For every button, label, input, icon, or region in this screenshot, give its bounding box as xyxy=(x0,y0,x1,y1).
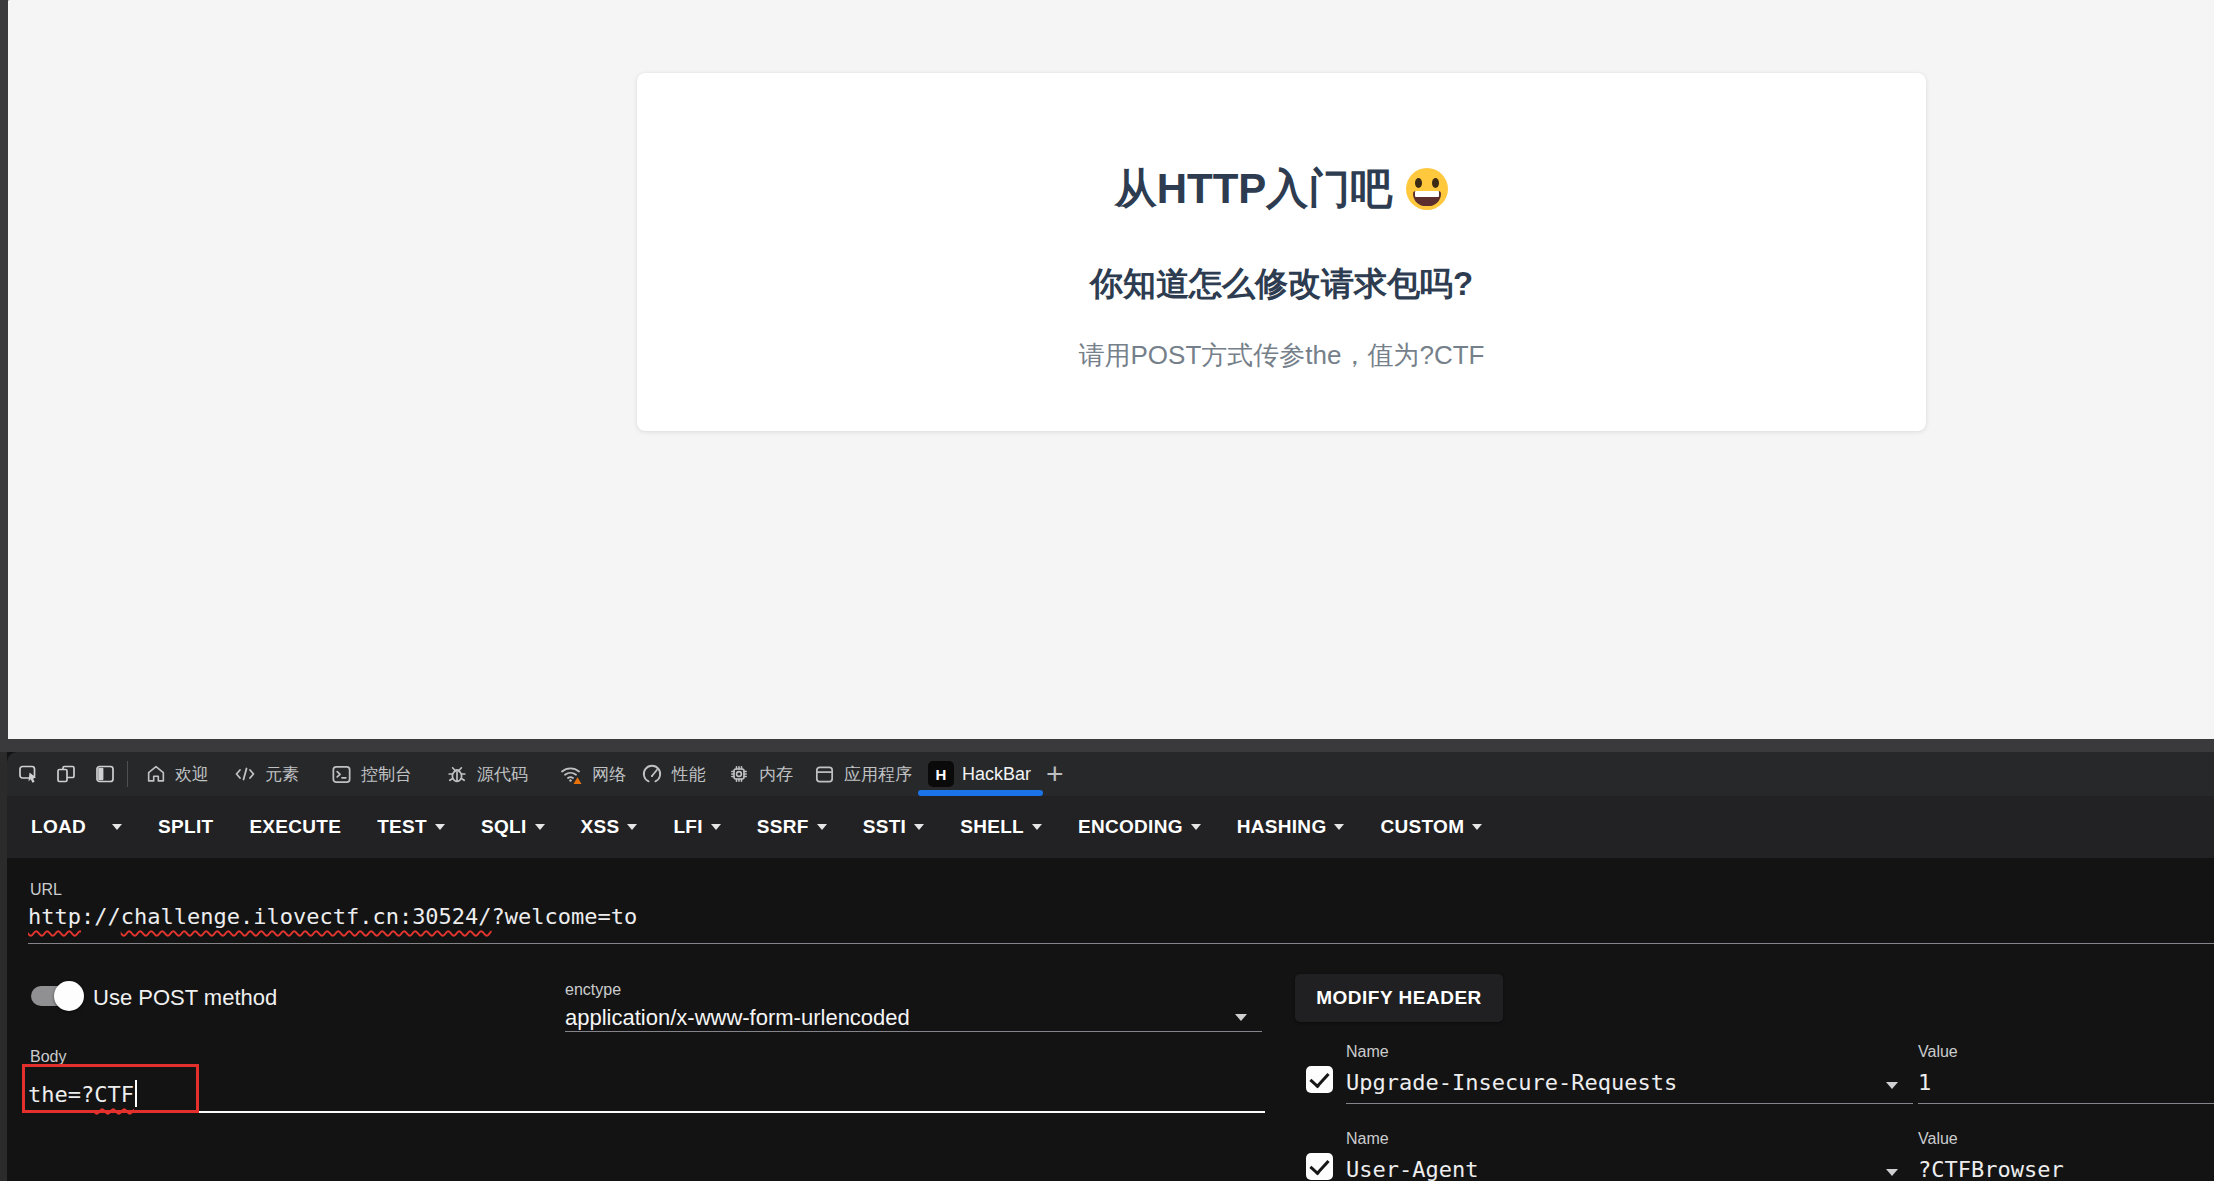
url-label: URL xyxy=(30,881,62,899)
gauge-icon xyxy=(640,762,664,786)
menu-hashing[interactable]: HASHING xyxy=(1237,816,1345,838)
tab-elements[interactable]: 元素 xyxy=(233,752,299,796)
tab-memory[interactable]: 内存 xyxy=(727,752,793,796)
menu-shell[interactable]: SHELL xyxy=(960,816,1042,838)
tab-application[interactable]: 应用程序 xyxy=(813,752,912,796)
header-value-underline xyxy=(1918,1103,2214,1104)
new-tab-button[interactable]: + xyxy=(1046,752,1064,796)
page-hint: 请用POST方式传参the，值为?CTF xyxy=(637,338,1926,372)
caret-down-icon xyxy=(1334,824,1344,830)
code-icon xyxy=(233,762,257,786)
window-left-edge xyxy=(0,0,8,739)
caret-down-icon xyxy=(1191,824,1201,830)
menu-sqli[interactable]: SQLI xyxy=(481,816,545,838)
enctype-underline xyxy=(565,1031,1262,1032)
caret-down-icon xyxy=(1032,824,1042,830)
header-value-label: Value xyxy=(1918,1043,1958,1061)
url-input[interactable]: http://challenge.ilovectf.cn:30524/?welc… xyxy=(28,904,637,929)
tab-console[interactable]: 控制台 xyxy=(330,752,412,796)
tab-network[interactable]: 网络 xyxy=(558,752,626,796)
header-checkbox[interactable] xyxy=(1306,1066,1333,1093)
tab-sources[interactable]: 源代码 xyxy=(445,752,528,796)
devtools-divider[interactable] xyxy=(0,739,2214,752)
bug-icon xyxy=(445,762,469,786)
enctype-label: enctype xyxy=(565,981,621,999)
header-name-input[interactable]: User-Agent xyxy=(1346,1157,1478,1181)
webpage-viewport: 从HTTP入门吧 你知道怎么修改请求包吗? 请用POST方式传参the，值为?C… xyxy=(0,0,2214,739)
use-post-label: Use POST method xyxy=(93,983,277,1013)
menu-test[interactable]: TEST xyxy=(377,816,445,838)
menu-load[interactable]: LOAD xyxy=(31,816,86,838)
device-emulation-icon[interactable] xyxy=(54,752,78,796)
inspect-element-icon[interactable] xyxy=(17,752,41,796)
console-icon xyxy=(330,763,353,786)
modify-header-button[interactable]: MODIFY HEADER xyxy=(1295,974,1503,1022)
plus-icon: + xyxy=(1046,757,1064,791)
caret-down-icon xyxy=(627,824,637,830)
menu-lfi[interactable]: LFI xyxy=(673,816,720,838)
network-wifi-icon xyxy=(558,761,584,787)
menu-encoding[interactable]: ENCODING xyxy=(1078,816,1201,838)
menu-custom[interactable]: CUSTOM xyxy=(1380,816,1482,838)
application-window-icon xyxy=(813,763,836,786)
caret-down-icon xyxy=(1472,824,1482,830)
menu-ssti[interactable]: SSTI xyxy=(863,816,924,838)
tab-welcome[interactable]: 欢迎 xyxy=(145,752,209,796)
annotation-red-box xyxy=(22,1064,199,1113)
use-post-toggle[interactable] xyxy=(31,981,91,1011)
header-name-label: Name xyxy=(1346,1130,1389,1148)
hackbar-panel: URL http://challenge.ilovectf.cn:30524/?… xyxy=(7,858,2214,1181)
tab-hackbar[interactable]: H HackBar xyxy=(928,752,1031,796)
header-name-caret-icon[interactable] xyxy=(1886,1169,1898,1176)
devtools-tabbar: 欢迎 元素 控制台 源代码 网络 性能 内存 应用程序 xyxy=(7,752,2214,796)
header-name-input[interactable]: Upgrade-Insecure-Requests xyxy=(1346,1070,1677,1095)
tabbar-separator xyxy=(127,761,128,787)
header-checkbox[interactable] xyxy=(1306,1153,1333,1180)
dock-panel-icon[interactable] xyxy=(93,752,117,796)
caret-down-icon xyxy=(535,824,545,830)
menu-xss[interactable]: XSS xyxy=(581,816,638,838)
home-icon xyxy=(145,763,167,785)
caret-down-icon xyxy=(711,824,721,830)
hackbar-menubar: LOAD SPLIT EXECUTE TEST SQLI XSS LFI SSR… xyxy=(7,796,2214,858)
caret-down-icon xyxy=(112,824,122,830)
header-value-input[interactable]: 1 xyxy=(1918,1070,1931,1095)
caret-down-icon xyxy=(914,824,924,830)
page-title: 从HTTP入门吧 xyxy=(637,161,1926,217)
header-value-label: Value xyxy=(1918,1130,1958,1148)
enctype-caret-icon[interactable] xyxy=(1235,1014,1247,1021)
body-input-underline xyxy=(28,1111,1265,1113)
caret-down-icon xyxy=(435,824,445,830)
devtools-left-edge xyxy=(0,752,7,1181)
menu-load-dropdown[interactable] xyxy=(112,824,122,830)
menu-split[interactable]: SPLIT xyxy=(158,816,213,838)
header-value-input[interactable]: ?CTFBrowser xyxy=(1918,1157,2064,1181)
grinning-face-emoji xyxy=(1406,168,1448,210)
tab-performance[interactable]: 性能 xyxy=(640,752,706,796)
header-name-caret-icon[interactable] xyxy=(1886,1082,1898,1089)
memory-chip-icon xyxy=(727,762,751,786)
challenge-card: 从HTTP入门吧 你知道怎么修改请求包吗? 请用POST方式传参the，值为?C… xyxy=(637,73,1926,431)
enctype-select[interactable]: application/x-www-form-urlencoded xyxy=(565,1004,910,1032)
header-name-underline xyxy=(1346,1103,1913,1104)
header-name-label: Name xyxy=(1346,1043,1389,1061)
hackbar-h-icon: H xyxy=(928,761,954,787)
url-input-underline xyxy=(28,943,2214,944)
warning-triangle-icon xyxy=(574,777,582,784)
caret-down-icon xyxy=(817,824,827,830)
menu-execute[interactable]: EXECUTE xyxy=(249,816,341,838)
page-subtitle: 你知道怎么修改请求包吗? xyxy=(637,264,1926,304)
menu-ssrf[interactable]: SSRF xyxy=(757,816,827,838)
